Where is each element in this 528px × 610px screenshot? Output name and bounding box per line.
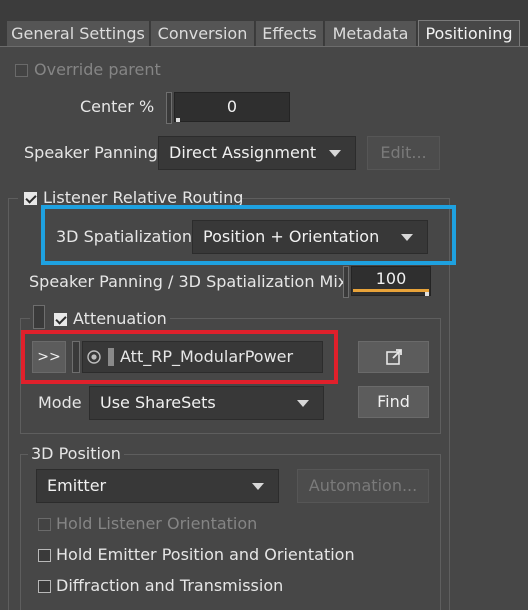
- tab-bar: General Settings Conversion Effects Meta…: [0, 0, 528, 47]
- mix-value: 100: [375, 269, 407, 288]
- tab-general-settings[interactable]: General Settings: [7, 21, 150, 46]
- open-external-icon: [386, 349, 402, 365]
- attenuation-checkbox[interactable]: [54, 313, 67, 326]
- automation-button[interactable]: Automation...: [297, 469, 429, 503]
- attenuation-find-button[interactable]: Find: [358, 386, 429, 418]
- chevron-down-icon: [252, 483, 264, 490]
- center-slider-handle[interactable]: [166, 92, 172, 124]
- mix-label: Speaker Panning / 3D Spatialization Mix: [29, 272, 348, 291]
- override-parent-label: Override parent: [34, 60, 161, 79]
- speaker-panning-label: Speaker Panning: [24, 143, 158, 162]
- hold-emitter-checkbox[interactable]: [38, 549, 51, 562]
- tab-positioning[interactable]: Positioning: [418, 20, 520, 47]
- chevron-down-icon: [297, 400, 309, 407]
- attenuation-open-button[interactable]: [358, 341, 429, 373]
- position-3d-label: 3D Position: [31, 444, 121, 463]
- attenuation-mode-dropdown[interactable]: Use ShareSets: [89, 386, 324, 420]
- speaker-panning-value: Direct Assignment: [169, 143, 317, 162]
- chevron-down-icon: [329, 150, 341, 157]
- center-slider-indicator: [176, 118, 180, 122]
- tab-divider: [0, 46, 528, 47]
- hold-listener-label: Hold Listener Orientation: [56, 514, 258, 533]
- tab-conversion[interactable]: Conversion: [151, 21, 255, 46]
- position-3d-value: Emitter: [47, 476, 107, 495]
- attenuation-label: Attenuation: [73, 309, 167, 328]
- hold-listener-checkbox[interactable]: [38, 518, 51, 531]
- attenuation-highlight: [21, 330, 338, 384]
- center-label: Center %: [80, 97, 155, 116]
- tab-metadata[interactable]: Metadata: [325, 21, 417, 46]
- speaker-panning-dropdown[interactable]: Direct Assignment: [158, 136, 356, 170]
- override-parent-checkbox[interactable]: [15, 64, 28, 77]
- spatialization-highlight: [41, 205, 456, 265]
- speaker-panning-edit-button[interactable]: Edit...: [367, 136, 440, 170]
- attenuation-mode-label: Mode: [38, 393, 82, 412]
- attenuation-mode-value: Use ShareSets: [100, 393, 216, 412]
- mix-slider-handle[interactable]: [343, 266, 349, 298]
- mix-slider-indicator: [425, 292, 429, 296]
- diffraction-label: Diffraction and Transmission: [56, 576, 284, 595]
- attenuation-link-handle[interactable]: [33, 305, 45, 329]
- hold-emitter-label: Hold Emitter Position and Orientation: [56, 545, 355, 564]
- tab-effects[interactable]: Effects: [256, 21, 324, 46]
- position-3d-dropdown[interactable]: Emitter: [36, 469, 279, 503]
- listener-relative-routing-checkbox[interactable]: [24, 192, 37, 205]
- mix-fill-bar: [353, 289, 429, 292]
- diffraction-checkbox[interactable]: [38, 580, 51, 593]
- center-value-field[interactable]: 0: [174, 92, 290, 122]
